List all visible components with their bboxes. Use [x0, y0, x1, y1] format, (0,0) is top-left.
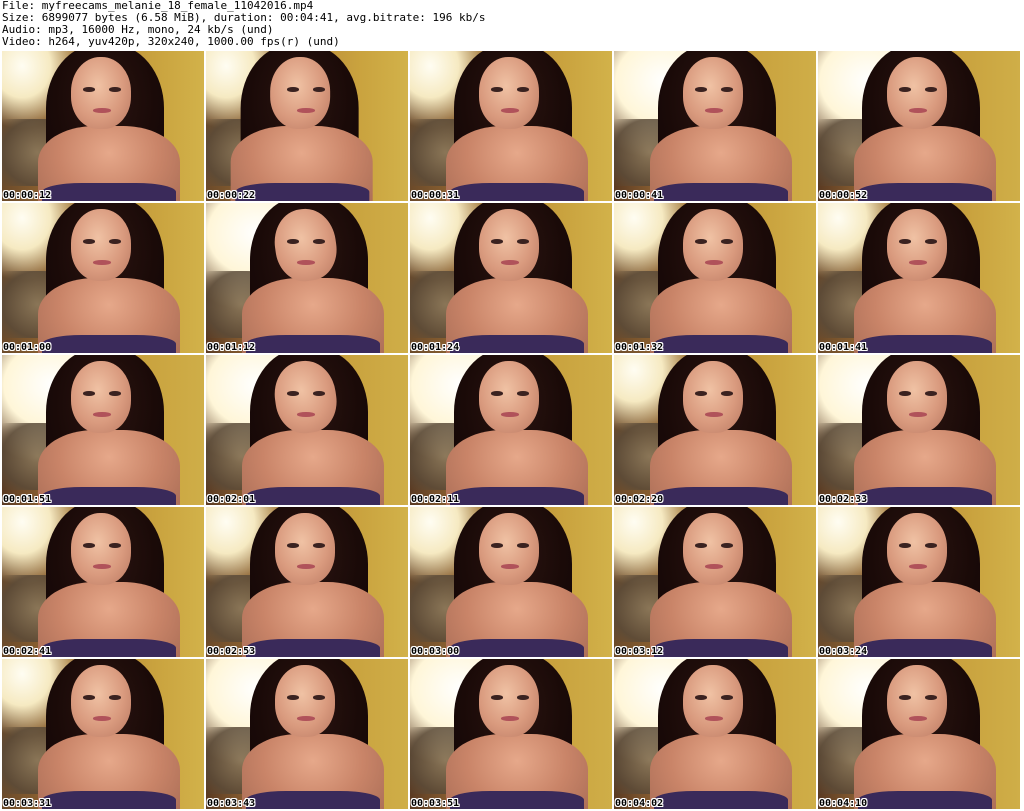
thumbnail-timestamp: 00:00:52 [819, 190, 868, 201]
thumbnail-timestamp: 00:03:51 [411, 798, 460, 809]
video-info-line: Video: h264, yuv420p, 320x240, 1000.00 f… [2, 36, 340, 48]
thumbnail-frame: 00:03:24 [818, 507, 1020, 657]
thumbnail-timestamp: 00:00:41 [615, 190, 664, 201]
thumbnail-timestamp: 00:02:20 [615, 494, 664, 505]
thumbnail-frame: 00:00:52 [818, 51, 1020, 201]
thumbnail-frame: 00:02:20 [614, 355, 816, 505]
thumbnail-frame: 00:03:12 [614, 507, 816, 657]
file-info-header: File: myfreecams_melanie_18_female_11042… [2, 0, 1022, 50]
thumbnail-timestamp: 00:02:53 [207, 646, 256, 657]
thumbnail-timestamp: 00:00:31 [411, 190, 460, 201]
thumbnail-frame: 00:01:32 [614, 203, 816, 353]
thumbnail-frame: 00:02:11 [410, 355, 612, 505]
file-size-line: Size: 6899077 bytes (6.58 MiB), duration… [2, 12, 486, 24]
thumbnail-timestamp: 00:02:41 [3, 646, 52, 657]
thumbnail-frame: 00:01:00 [2, 203, 204, 353]
thumbnail-frame: 00:00:31 [410, 51, 612, 201]
thumbnail-timestamp: 00:01:12 [207, 342, 256, 353]
thumbnail-timestamp: 00:04:02 [615, 798, 664, 809]
thumbnail-timestamp: 00:00:22 [207, 190, 256, 201]
thumbnail-timestamp: 00:02:33 [819, 494, 868, 505]
thumbnail-frame: 00:02:53 [206, 507, 408, 657]
thumbnail-frame: 00:02:41 [2, 507, 204, 657]
thumbnail-frame: 00:01:12 [206, 203, 408, 353]
thumbnail-frame: 00:02:01 [206, 355, 408, 505]
thumbnail-timestamp: 00:03:31 [3, 798, 52, 809]
thumbnail-timestamp: 00:01:32 [615, 342, 664, 353]
audio-info-line: Audio: mp3, 16000 Hz, mono, 24 kb/s (und… [2, 24, 274, 36]
thumbnail-timestamp: 00:03:12 [615, 646, 664, 657]
thumbnail-frame: 00:03:31 [2, 659, 204, 809]
thumbnail-frame: 00:03:43 [206, 659, 408, 809]
thumbnail-timestamp: 00:04:10 [819, 798, 868, 809]
thumbnail-timestamp: 00:00:12 [3, 190, 52, 201]
thumbnail-frame: 00:04:10 [818, 659, 1020, 809]
thumbnail-frame: 00:03:51 [410, 659, 612, 809]
thumbnail-frame: 00:01:51 [2, 355, 204, 505]
thumbnail-frame: 00:01:41 [818, 203, 1020, 353]
thumbnail-timestamp: 00:03:00 [411, 646, 460, 657]
file-name-line: File: myfreecams_melanie_18_female_11042… [2, 0, 314, 12]
thumbnail-frame: 00:01:24 [410, 203, 612, 353]
thumbnail-timestamp: 00:02:01 [207, 494, 256, 505]
thumbnail-timestamp: 00:03:24 [819, 646, 868, 657]
thumbnail-timestamp: 00:03:43 [207, 798, 256, 809]
thumbnail-timestamp: 00:01:24 [411, 342, 460, 353]
thumbnail-frame: 00:04:02 [614, 659, 816, 809]
thumbnail-timestamp: 00:01:41 [819, 342, 868, 353]
thumbnail-timestamp: 00:02:11 [411, 494, 460, 505]
thumbnail-frame: 00:00:22 [206, 51, 408, 201]
thumbnail-timestamp: 00:01:00 [3, 342, 52, 353]
thumbnail-frame: 00:00:41 [614, 51, 816, 201]
thumbnail-frame: 00:00:12 [2, 51, 204, 201]
thumbnail-frame: 00:02:33 [818, 355, 1020, 505]
thumbnail-frame: 00:03:00 [410, 507, 612, 657]
thumbnail-timestamp: 00:01:51 [3, 494, 52, 505]
thumbnail-grid: 00:00:12 00:00:22 00:00:31 00:00:41 00:0… [2, 51, 1024, 811]
